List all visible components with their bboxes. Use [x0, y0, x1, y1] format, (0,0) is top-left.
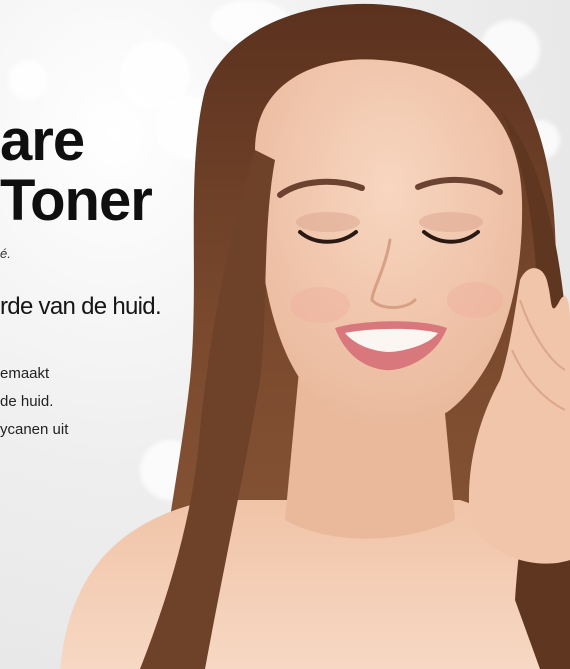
subheadline: rde van de huid. [0, 293, 162, 320]
headline-line-2: Toner [0, 168, 153, 233]
hero-banner: are Toner é. rde van de huid. emaakt de … [0, 0, 570, 669]
left-eyeshadow [296, 212, 360, 232]
headline-line-1: are [0, 108, 85, 173]
tagline: é. [0, 246, 11, 261]
body-text-line: de huid. [0, 393, 54, 410]
left-cheek-blush [290, 287, 350, 323]
hero-text-block: are Toner é. rde van de huid. emaakt de … [0, 0, 260, 669]
body-text-line: ycanen uit [0, 421, 69, 438]
body-text-line: emaakt [0, 365, 50, 382]
right-cheek-blush [447, 282, 503, 318]
right-eyeshadow [419, 212, 483, 232]
